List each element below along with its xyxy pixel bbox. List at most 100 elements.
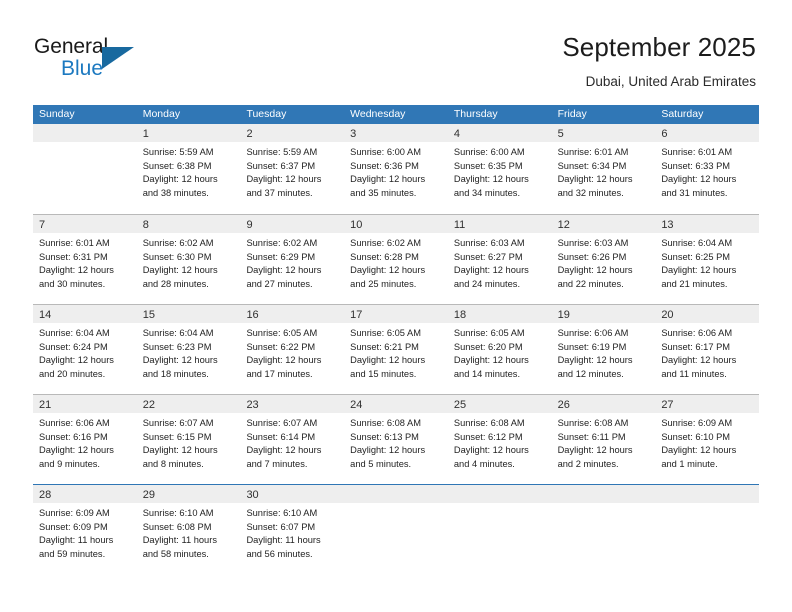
weekday-header-friday: Friday [557, 108, 587, 120]
day-detail-line: Sunrise: 6:04 AM [39, 328, 110, 338]
calendar-day-cell[interactable]: 10 Sunrise: 6:02 AM Sunset: 6:28 PM Dayligh… [344, 215, 448, 304]
day-detail-line: Sunset: 6:08 PM [142, 521, 212, 532]
day-detail-line: Sunrise: 6:04 AM [142, 328, 214, 338]
calendar-day-cell[interactable]: 22 Sunrise: 6:07 AM Sunset: 6:15 PM Dayligh… [136, 395, 241, 484]
day-detail-line: Sunrise: 6:09 AM [661, 418, 733, 428]
calendar-day-cell[interactable]: 30 Sunrise: 6:10 AM Sunset: 6:07 PM Dayligh… [240, 485, 345, 574]
calendar-day-cell[interactable]: 7 Sunrise: 6:01 AM Sunset: 6:31 PM Daylight… [33, 215, 137, 304]
day-detail-line: and 37 minutes. [246, 187, 313, 198]
day-number: 22 [142, 399, 155, 411]
calendar-day-cell[interactable]: 6 Sunrise: 6:01 AM Sunset: 6:33 PM Daylight… [655, 124, 760, 214]
calendar-day-cell[interactable]: 26 Sunrise: 6:08 AM Sunset: 6:11 PM Dayligh… [551, 395, 656, 484]
day-detail-line: Sunrise: 5:59 AM [246, 147, 318, 157]
day-detail-line: Daylight: 11 hours [39, 535, 114, 546]
day-detail-line: Daylight: 12 hours [453, 445, 529, 456]
day-number-band: 15 [136, 305, 241, 323]
calendar-day-cell[interactable]: 19 Sunrise: 6:06 AM Sunset: 6:19 PM Dayligh… [551, 305, 656, 394]
calendar-day-cell[interactable]: 18 Sunrise: 6:05 AM Sunset: 6:20 PM Dayligh… [447, 305, 552, 394]
day-detail-line: and 20 minutes. [39, 368, 106, 379]
calendar-day-cell-empty [655, 485, 760, 574]
day-detail-line: and 18 minutes. [142, 368, 209, 379]
day-detail-line: and 28 minutes. [142, 278, 209, 289]
day-number: 11 [453, 219, 466, 231]
day-number-band: 10 [344, 215, 448, 233]
day-number: 9 [246, 219, 253, 231]
calendar-day-cell[interactable]: 23 Sunrise: 6:07 AM Sunset: 6:14 PM Dayligh… [240, 395, 345, 484]
day-detail-line: Sunset: 6:26 PM [557, 251, 627, 262]
calendar-day-cell[interactable]: 27 Sunrise: 6:09 AM Sunset: 6:10 PM Dayligh… [655, 395, 760, 484]
day-detail-line: Daylight: 12 hours [557, 445, 633, 456]
day-detail-line: Sunrise: 6:01 AM [39, 238, 110, 248]
day-detail-line: Sunset: 6:23 PM [142, 341, 212, 352]
day-detail-line: Sunset: 6:27 PM [453, 251, 523, 262]
day-detail-line: and 7 minutes. [246, 458, 308, 469]
day-detail-line: and 35 minutes. [350, 187, 417, 198]
day-number-band: 29 [136, 485, 241, 503]
calendar-day-cell[interactable]: 24 Sunrise: 6:08 AM Sunset: 6:13 PM Dayligh… [344, 395, 448, 484]
day-details: Sunrise: 6:03 AM Sunset: 6:27 PM Daylight:… [448, 233, 552, 291]
general-blue-logo[interactable]: General Blue [34, 35, 144, 83]
calendar-day-cell[interactable]: 25 Sunrise: 6:08 AM Sunset: 6:12 PM Dayligh… [447, 395, 552, 484]
calendar-day-cell[interactable]: 13 Sunrise: 6:04 AM Sunset: 6:25 PM Dayligh… [655, 215, 760, 304]
day-detail-line: Daylight: 12 hours [557, 355, 633, 366]
day-number: 28 [39, 489, 52, 501]
day-number: 7 [39, 219, 46, 231]
day-detail-line: and 27 minutes. [246, 278, 313, 289]
calendar-grid: Sunday Monday Tuesday Wednesday Thursday… [33, 105, 760, 574]
weekday-header-sunday: Sunday [39, 108, 75, 120]
day-number-band: 2 [240, 124, 345, 142]
title-block: September 2025 Dubai, United Arab Emirat… [562, 30, 756, 90]
day-number: 26 [557, 399, 570, 411]
calendar-page: General Blue September 2025 Dubai, Unite… [0, 0, 792, 612]
day-detail-line: and 21 minutes. [661, 278, 728, 289]
day-details [552, 503, 656, 507]
calendar-day-cell[interactable]: 20 Sunrise: 6:06 AM Sunset: 6:17 PM Dayligh… [655, 305, 760, 394]
day-detail-line: and 8 minutes. [142, 458, 204, 469]
calendar-day-cell[interactable]: 3 Sunrise: 6:00 AM Sunset: 6:36 PM Daylight… [344, 124, 448, 214]
day-detail-line: Sunrise: 6:10 AM [246, 508, 318, 518]
calendar-day-cell[interactable]: 12 Sunrise: 6:03 AM Sunset: 6:26 PM Dayligh… [551, 215, 656, 304]
day-number-band [655, 485, 760, 503]
calendar-day-cell[interactable]: 11 Sunrise: 6:03 AM Sunset: 6:27 PM Dayligh… [447, 215, 552, 304]
calendar-day-cell[interactable]: 8 Sunrise: 6:02 AM Sunset: 6:30 PM Daylight… [136, 215, 241, 304]
day-number-band: 8 [136, 215, 241, 233]
day-details [33, 142, 137, 146]
weekday-header-wednesday: Wednesday [350, 108, 406, 120]
day-number-band: 14 [33, 305, 137, 323]
calendar-day-cell[interactable]: 14 Sunrise: 6:04 AM Sunset: 6:24 PM Dayligh… [33, 305, 137, 394]
day-detail-line: Sunset: 6:09 PM [39, 521, 108, 532]
day-detail-line: Sunset: 6:10 PM [661, 431, 731, 442]
day-detail-line: Sunrise: 6:01 AM [661, 147, 733, 157]
calendar-day-cell[interactable]: 4 Sunrise: 6:00 AM Sunset: 6:35 PM Daylight… [447, 124, 552, 214]
calendar-day-cell[interactable]: 1 Sunrise: 5:59 AM Sunset: 6:38 PM Daylight… [136, 124, 241, 214]
day-number: 2 [246, 128, 253, 140]
day-details: Sunrise: 6:07 AM Sunset: 6:14 PM Daylight:… [240, 413, 344, 471]
day-number-band: 27 [655, 395, 760, 413]
calendar-day-cell[interactable]: 15 Sunrise: 6:04 AM Sunset: 6:23 PM Dayligh… [136, 305, 241, 394]
day-detail-line: Sunset: 6:07 PM [246, 521, 316, 532]
day-number-band: 13 [655, 215, 760, 233]
calendar-day-cell[interactable]: 2 Sunrise: 5:59 AM Sunset: 6:37 PM Daylight… [240, 124, 345, 214]
weekday-header-row: Sunday Monday Tuesday Wednesday Thursday… [33, 105, 759, 124]
day-number: 16 [246, 309, 259, 321]
calendar-day-cell[interactable]: 21 Sunrise: 6:06 AM Sunset: 6:16 PM Dayligh… [33, 395, 137, 484]
day-details: Sunrise: 5:59 AM Sunset: 6:38 PM Daylight:… [137, 142, 241, 200]
day-detail-line: Sunset: 6:24 PM [39, 341, 108, 352]
day-number-band: 24 [344, 395, 448, 413]
weekday-header-saturday: Saturday [661, 108, 704, 120]
day-detail-line: Sunset: 6:31 PM [39, 251, 108, 262]
calendar-weeks: 1 Sunrise: 5:59 AM Sunset: 6:38 PM Daylight… [33, 124, 760, 574]
calendar-day-cell[interactable]: 16 Sunrise: 6:05 AM Sunset: 6:22 PM Dayligh… [240, 305, 345, 394]
day-detail-line: Sunset: 6:11 PM [557, 431, 626, 442]
day-detail-line: Daylight: 11 hours [246, 535, 321, 546]
calendar-day-cell[interactable]: 28 Sunrise: 6:09 AM Sunset: 6:09 PM Dayligh… [33, 485, 137, 574]
day-detail-line: and 58 minutes. [142, 548, 209, 559]
day-detail-line: and 4 minutes. [453, 458, 515, 469]
calendar-day-cell[interactable]: 29 Sunrise: 6:10 AM Sunset: 6:08 PM Dayligh… [136, 485, 241, 574]
calendar-day-cell[interactable]: 17 Sunrise: 6:05 AM Sunset: 6:21 PM Dayligh… [344, 305, 448, 394]
calendar-day-cell[interactable]: 9 Sunrise: 6:02 AM Sunset: 6:29 PM Daylight… [240, 215, 345, 304]
day-detail-line: Sunset: 6:22 PM [246, 341, 316, 352]
day-detail-line: and 22 minutes. [557, 278, 624, 289]
calendar-day-cell[interactable]: 5 Sunrise: 6:01 AM Sunset: 6:34 PM Daylight… [551, 124, 656, 214]
logo-text-blue: Blue [61, 57, 104, 80]
